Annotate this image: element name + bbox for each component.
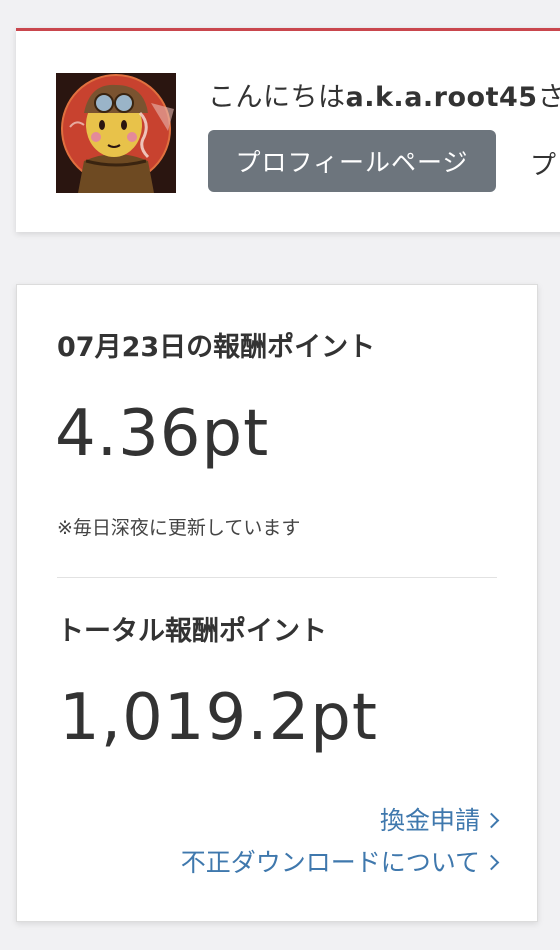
chevron-right-icon	[483, 854, 500, 870]
greeting: こんにちはa.k.a.root45さん	[208, 75, 560, 114]
update-note: ※毎日深夜に更新しています	[57, 517, 301, 539]
greeting-prefix: こんにちは	[208, 82, 346, 113]
profile-page-button[interactable]: プロフィールページ	[208, 130, 496, 192]
user-card: こんにちはa.k.a.root45さん プロフィールページ プ	[16, 28, 560, 232]
daily-points-title: 07月23日の報酬ポイント	[57, 332, 376, 363]
avatar[interactable]	[56, 73, 176, 193]
exchange-request-label: 換金申請	[379, 806, 480, 835]
chevron-right-icon	[483, 812, 500, 828]
exchange-request-link[interactable]: 換金申請	[379, 801, 500, 837]
greeting-suffix: さん	[537, 82, 560, 113]
daily-points-value: 4.36pt	[55, 397, 270, 471]
divider	[57, 577, 497, 578]
total-points-title: トータル報酬ポイント	[57, 616, 327, 647]
fraud-download-label: 不正ダウンロードについて	[180, 848, 480, 877]
page: こんにちはa.k.a.root45さん プロフィールページ プ 07月23日の報…	[0, 0, 560, 950]
avatar-image	[56, 73, 176, 193]
secondary-link-truncated[interactable]: プ	[530, 145, 556, 182]
username: a.k.a.root45	[345, 82, 538, 113]
reward-points-card: 07月23日の報酬ポイント 4.36pt ※毎日深夜に更新しています トータル報…	[16, 284, 538, 922]
total-points-value: 1,019.2pt	[59, 681, 378, 755]
fraud-download-link[interactable]: 不正ダウンロードについて	[180, 843, 500, 879]
